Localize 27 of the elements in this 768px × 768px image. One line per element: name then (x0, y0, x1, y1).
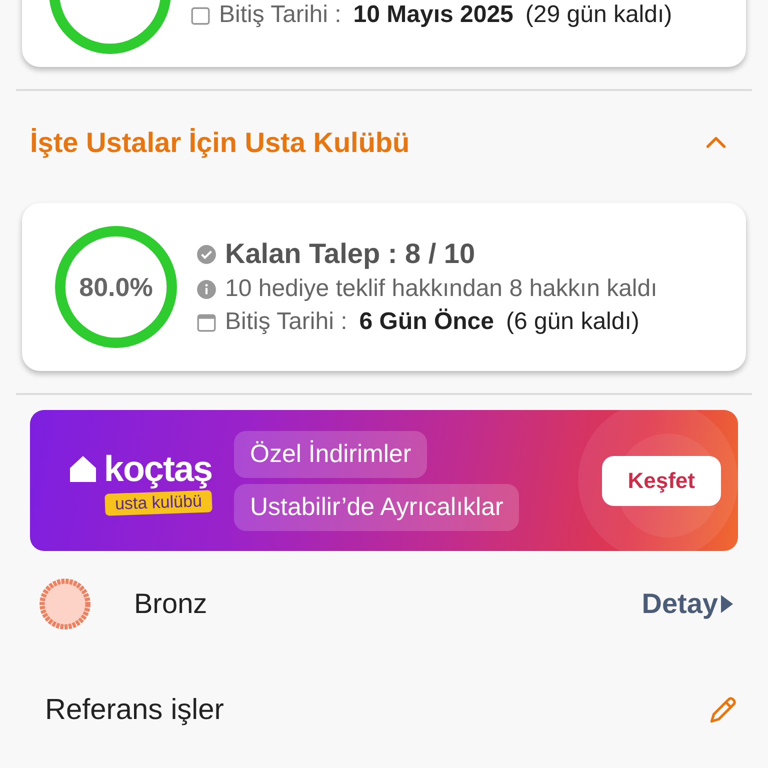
calendar-icon (190, 4, 211, 26)
brand-logo-text: koçtaş (104, 448, 212, 490)
house-icon (68, 454, 98, 484)
bronze-badge-icon (38, 577, 92, 631)
promo-chip: Özel İndirimler (234, 430, 428, 478)
section-title: İşte Ustalar İçin Usta Kulübü (30, 127, 410, 159)
explore-button[interactable]: Keşfet (602, 456, 721, 506)
percent-text: 80.0% (78, 272, 154, 303)
references-label: Referans işler (45, 694, 224, 726)
days-left: (6 gün kaldı) (506, 308, 640, 336)
level-label: Bronz (134, 588, 208, 620)
calendar-icon (196, 312, 217, 332)
brand-tag: usta kulübü (104, 490, 212, 516)
info-icon (196, 278, 217, 300)
progress-ring-icon (54, 225, 178, 349)
detail-link[interactable]: Detay (642, 588, 734, 620)
triangle-right-icon (720, 594, 734, 614)
check-circle-icon (196, 244, 217, 264)
days-left: (29 gün kaldı) (525, 1, 672, 29)
date-label: Bitiş Tarihi : (219, 1, 342, 29)
promo-banner[interactable]: koçtaş usta kulübü Özel İndirimler Ustabilir’de Ayrıcalıklar Keşfet (30, 410, 738, 551)
date-value: 10 Mayıs 2025 (353, 1, 514, 29)
promo-chip: Ustabilir’de Ayrıcalıklar (234, 484, 520, 530)
date-label: Bitiş Tarihi : (225, 308, 348, 336)
card-title: Kalan Talep : 8 / 10 (225, 238, 476, 270)
info-text: 10 hediye teklif hakkından 8 hakkın kaldı (225, 275, 658, 303)
date-value: 6 Gün Önce (359, 308, 494, 336)
